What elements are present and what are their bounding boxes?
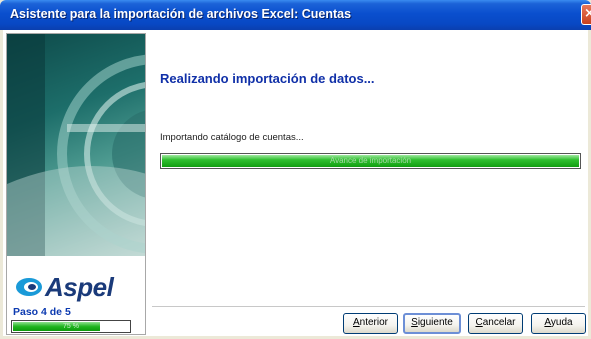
aspel-logo-icon: [16, 278, 42, 296]
next-button[interactable]: Siguiente: [403, 313, 461, 334]
page-heading: Realizando importación de datos...: [160, 71, 375, 86]
aspel-logo-text: Aspel: [45, 272, 114, 302]
back-button[interactable]: Anterior: [343, 313, 398, 334]
title-bar[interactable]: Asistente para la importación de archivo…: [0, 0, 591, 30]
wizard-window: Asistente para la importación de archivo…: [0, 0, 591, 339]
cancel-button-accesskey: C: [475, 317, 483, 328]
import-status-text: Importando catálogo de cuentas...: [160, 132, 304, 143]
next-button-accesskey: S: [411, 317, 418, 328]
back-button-label: nterior: [359, 317, 389, 328]
step-progress-bar: 75 %: [11, 320, 131, 333]
help-button-label: yuda: [550, 317, 573, 328]
wizard-sidebar: Aspel Paso 4 de 5 75 %: [6, 33, 146, 335]
aspel-logo: Aspel: [15, 272, 141, 302]
close-icon: ×: [584, 6, 591, 21]
step-progress-label: 75 %: [63, 323, 79, 330]
cancel-button-label: ancelar: [482, 317, 516, 328]
back-button-accesskey: A: [352, 317, 360, 328]
step-label: Paso 4 de 5: [13, 306, 71, 318]
button-separator: [152, 306, 585, 307]
import-progress-label: Avance de importación: [329, 156, 412, 165]
sidebar-artwork: [7, 34, 145, 256]
next-button-label: iguiente: [417, 317, 453, 328]
window-title: Asistente para la importación de archivo…: [10, 7, 352, 21]
import-progress-bar: Avance de importación: [160, 153, 581, 169]
cancel-button[interactable]: Cancelar: [468, 313, 523, 334]
close-button[interactable]: ×: [581, 4, 591, 25]
help-button[interactable]: Ayuda: [531, 313, 586, 334]
wizard-content: Realizando importación de datos... Impor…: [152, 33, 585, 303]
